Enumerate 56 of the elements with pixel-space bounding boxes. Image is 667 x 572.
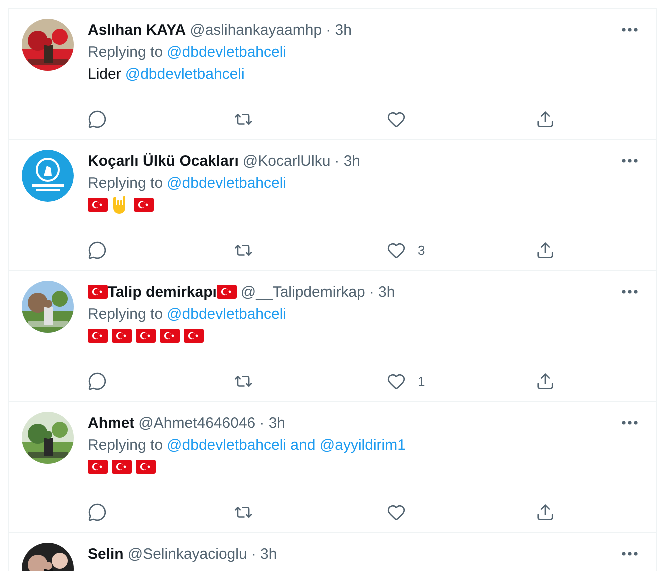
timestamp[interactable]: · 3h: [260, 414, 286, 432]
turkish-flag-icon: [112, 460, 132, 474]
tweet-text: Lider: [88, 66, 122, 82]
turkish-flag-icon: [88, 285, 108, 299]
share-icon: [536, 110, 555, 129]
turkish-flag-icon: [136, 329, 156, 343]
turkish-flag-icon: [216, 285, 237, 299]
share-icon: [536, 241, 555, 260]
more-button[interactable]: [622, 290, 638, 294]
more-button[interactable]: [622, 28, 638, 32]
more-icon: [622, 421, 638, 425]
more-icon: [622, 552, 638, 556]
handle[interactable]: @KocarlUlku: [242, 152, 331, 170]
more-button[interactable]: [622, 552, 638, 556]
display-name[interactable]: Talip demirkapı: [108, 284, 217, 300]
more-button[interactable]: [622, 159, 638, 163]
heart-icon: [387, 110, 406, 129]
heart-button[interactable]: 3: [387, 241, 536, 260]
display-name[interactable]: Aslıhan KAYA: [88, 22, 186, 38]
turkish-flag-icon: [88, 329, 108, 343]
display-name[interactable]: Koçarlı Ülkü Ocakları: [88, 152, 239, 170]
turkish-flag-icon: [184, 329, 204, 343]
handle[interactable]: @__Talipdemirkap: [240, 284, 366, 300]
turkish-flag-icon: [112, 329, 132, 343]
reply-icon: [88, 503, 107, 522]
more-icon: [622, 28, 638, 32]
timestamp[interactable]: · 3h: [251, 546, 278, 562]
heart-icon: [387, 372, 406, 391]
replying-to-label: Replying to: [88, 44, 164, 61]
display-name[interactable]: Selin: [88, 546, 124, 562]
handle[interactable]: @Selinkayacioglu: [128, 546, 248, 562]
reply-icon: [88, 241, 107, 260]
handle[interactable]: @Ahmet4646046: [138, 414, 256, 432]
timestamp[interactable]: · 3h: [334, 152, 361, 170]
turkish-flag-icon: [160, 329, 180, 343]
timestamp[interactable]: · 3h: [369, 284, 396, 300]
more-icon: [622, 290, 638, 294]
replying-to-label: Replying to: [88, 437, 164, 454]
turkish-flag-icon: [136, 460, 156, 474]
timestamp[interactable]: · 3h: [326, 22, 352, 38]
heart-icon: [387, 503, 406, 522]
replying-to-label: Replying to: [88, 306, 164, 323]
turkish-flag-icon: [88, 198, 108, 212]
more-icon: [622, 159, 638, 163]
turkish-flag-icon: [134, 198, 154, 212]
replying-to-label: Replying to: [88, 175, 164, 192]
reply-icon: [88, 372, 107, 391]
turkish-flag-icon: [88, 460, 108, 474]
heart-button[interactable]: 1: [387, 372, 536, 391]
share-icon: [536, 372, 555, 391]
display-name[interactable]: Ahmet: [88, 414, 135, 432]
share-icon: [536, 503, 555, 522]
reply-icon: [88, 110, 107, 129]
more-button[interactable]: [622, 421, 638, 425]
handle[interactable]: @aslihankayaamhp: [190, 22, 322, 38]
heart-icon: [387, 241, 406, 260]
